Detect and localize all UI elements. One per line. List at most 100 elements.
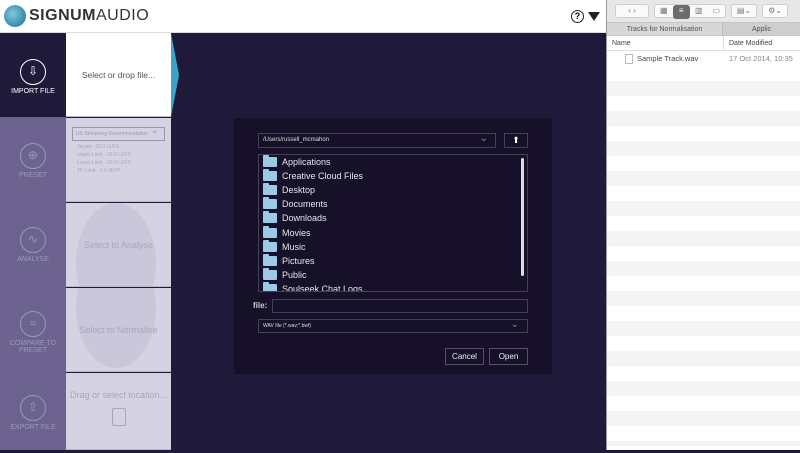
folder-icon	[263, 169, 277, 182]
sidebar-label: EXPORT FILE	[10, 424, 56, 431]
column-view-icon[interactable]: ▥	[690, 5, 708, 17]
column-date-modified[interactable]: Date Modified	[724, 36, 772, 50]
path-dropdown[interactable]: /Users/russell_mcmahon ⌄	[258, 133, 496, 148]
app-header: SIGNUMAUDIO ?	[0, 0, 606, 33]
folder-name: Pictures	[282, 255, 315, 266]
folder-icon	[263, 155, 277, 168]
list-view-icon[interactable]: ≡	[672, 5, 690, 19]
sidebar-label: COMPARE TO PRESET	[9, 340, 57, 354]
view-switcher[interactable]: ▦ ≡ ▥ ▭	[654, 4, 726, 19]
folder-item[interactable]: Public	[259, 267, 527, 282]
preset-target: Target: -16.0 LUFS	[77, 144, 120, 150]
folder-name: Soulseek Chat Logs	[282, 283, 363, 292]
folder-item[interactable]: Pictures	[259, 253, 527, 268]
folder-name: Downloads	[282, 213, 327, 224]
sidebar-label: IMPORT FILE	[11, 88, 55, 95]
column-headers: Name Date Modified	[607, 36, 800, 51]
folder-item[interactable]: Soulseek Chat Logs	[259, 281, 527, 292]
preset-icon: ⊕	[20, 143, 46, 169]
folder-item[interactable]: Creative Cloud Files	[259, 169, 527, 183]
folder-icon	[263, 183, 277, 196]
help-icon[interactable]: ?	[571, 10, 584, 23]
folder-item[interactable]: Music	[259, 239, 527, 254]
export-icon: ⇧	[20, 395, 46, 421]
sidebar-item-compare[interactable]: ≈ COMPARE TO PRESET	[0, 285, 66, 369]
normalise-label: Select to Normalise	[79, 325, 158, 335]
folder-icon	[263, 211, 277, 224]
sidebar-label: PRESET	[18, 172, 47, 179]
active-step-arrow	[171, 33, 179, 117]
wav-file-icon	[625, 53, 633, 64]
file-row[interactable]: Sample Track.wav 17 Oct 2014, 10:35	[607, 51, 800, 66]
folder-icon	[263, 225, 277, 238]
preset-select[interactable]: US Streaming Recommendation	[72, 125, 165, 141]
file-type-value: WAV file (*.wav;*.bwf)	[263, 323, 312, 329]
normalise-card[interactable]: Select to Normalise	[66, 288, 171, 372]
folder-icon	[263, 253, 277, 266]
sidebar-item-export-file[interactable]: ⇧ EXPORT FILE	[0, 369, 66, 453]
analyse-label: Select to Analyse	[83, 240, 154, 250]
file-name-input[interactable]	[272, 299, 528, 313]
action-gear-icon[interactable]: ⚙⌄	[762, 4, 788, 18]
sidebar-item-import-file[interactable]: ⇩ IMPORT FILE	[0, 33, 66, 117]
tab-applications[interactable]: Applic	[722, 23, 800, 35]
sidebar-label: ANALYSE	[17, 256, 49, 263]
preset-lower-limit: Lower Limit: -20.0 LUFS	[77, 160, 131, 166]
file-list-empty	[607, 66, 800, 446]
cancel-button[interactable]: Cancel	[445, 348, 484, 365]
folder-name: Movies	[282, 227, 311, 238]
open-button[interactable]: Open	[489, 348, 528, 365]
folder-list: Applications Creative Cloud Files Desktop D…	[258, 154, 528, 292]
chevron-down-icon: ⌄	[479, 133, 488, 144]
tab-tracks-for-normalisation[interactable]: Tracks for Normalisation	[607, 23, 722, 35]
export-card[interactable]: Drag or select location...	[66, 373, 171, 450]
icon-view-icon[interactable]: ▦	[655, 5, 673, 17]
coverflow-view-icon[interactable]: ▭	[708, 5, 726, 17]
folder-item[interactable]: Movies	[259, 225, 527, 239]
sidebar-item-preset[interactable]: ⊕ PRESET	[0, 117, 66, 201]
folder-item[interactable]: Downloads	[259, 211, 527, 225]
folder-item[interactable]: Desktop	[259, 183, 527, 197]
file-date: 17 Oct 2014, 10:35	[729, 54, 793, 63]
folder-name: Music	[282, 241, 306, 252]
path-value: /Users/russell_mcmahon	[263, 137, 330, 143]
back-forward-buttons[interactable]: ‹ ›	[615, 4, 649, 18]
document-icon	[111, 408, 126, 426]
menu-dropdown-icon[interactable]	[588, 12, 600, 21]
folder-item[interactable]: Documents	[259, 197, 527, 211]
folder-name: Creative Cloud Files	[282, 171, 364, 182]
folder-icon	[263, 239, 277, 252]
waveform-icon: ∿	[20, 227, 46, 253]
file-label: file:	[253, 301, 268, 310]
import-icon: ⇩	[20, 59, 46, 85]
folder-name: Applications	[282, 157, 331, 168]
finder-toolbar: ‹ › ▦ ≡ ▥ ▭ ▤⌄ ⚙⌄	[607, 0, 800, 22]
export-label: Drag or select location...	[69, 390, 168, 400]
step-cards: Select or drop file... US Streaming Reco…	[66, 33, 171, 450]
signum-audio-logo: SIGNUMAUDIO	[4, 5, 149, 27]
chevron-down-icon: ⌄	[510, 319, 519, 330]
analyse-card[interactable]: Select to Analyse	[66, 203, 171, 287]
preset-card: US Streaming Recommendation Target: -16.…	[66, 118, 171, 202]
preset-upper-limit: Upper Limit: -16.9 LUFS	[77, 152, 131, 158]
file-open-dialog: /Users/russell_mcmahon ⌄ ⬆ Applications Cr…	[234, 118, 552, 374]
column-name[interactable]: Name	[607, 36, 724, 50]
folder-icon	[263, 281, 277, 291]
file-name: Sample Track.wav	[637, 54, 699, 63]
folder-icon	[263, 197, 277, 210]
folder-item[interactable]: Applications	[259, 155, 527, 169]
file-type-select[interactable]: WAV file (*.wav;*.bwf) ⌄	[258, 319, 528, 333]
arrange-button[interactable]: ▤⌄	[731, 4, 757, 18]
folder-icon	[263, 267, 277, 280]
import-dropzone[interactable]: Select or drop file...	[66, 33, 171, 117]
parent-folder-button[interactable]: ⬆	[504, 133, 528, 148]
sidebar-item-analyse[interactable]: ∿ ANALYSE	[0, 201, 66, 285]
logo-mark-icon	[4, 5, 26, 27]
finder-tabs: Tracks for Normalisation Applic	[607, 22, 800, 36]
scrollbar[interactable]	[521, 158, 524, 276]
compare-icon: ≈	[20, 311, 46, 337]
folder-name: Documents	[282, 199, 328, 210]
brand-light: AUDIO	[96, 7, 150, 24]
finder-window: ‹ › ▦ ≡ ▥ ▭ ▤⌄ ⚙⌄ Tracks for Normalisation …	[606, 0, 800, 450]
brand-bold: SIGNUM	[29, 7, 96, 24]
